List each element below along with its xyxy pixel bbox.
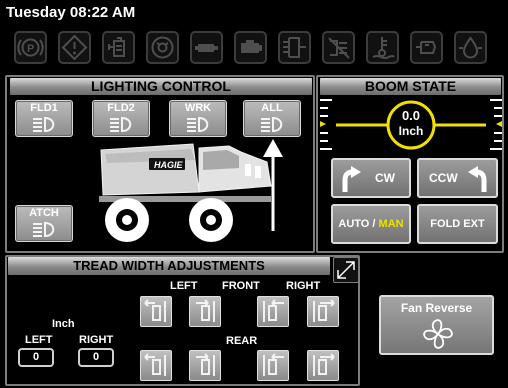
- rotate-cw-icon: [342, 166, 361, 192]
- ccw-label: CCW: [429, 171, 458, 185]
- fuel-filter-icon: [410, 31, 443, 64]
- all-label: ALL: [261, 102, 283, 114]
- regen-inhibit-icon: [322, 31, 355, 64]
- rear-right-retract-button[interactable]: [257, 350, 289, 381]
- expand-icon: [337, 261, 355, 279]
- fan-reverse-button[interactable]: Fan Reverse: [379, 295, 494, 355]
- fold-ext-button[interactable]: FOLD EXT: [417, 204, 498, 244]
- transmission-icon: [146, 31, 179, 64]
- tread-extend-icon: [196, 299, 215, 322]
- fld1-label: FLD1: [30, 102, 58, 114]
- front-label: FRONT: [222, 280, 260, 292]
- cw-label: CW: [375, 171, 395, 185]
- parking-brake-icon: P: [14, 31, 47, 64]
- boom-ccw-button[interactable]: CCW: [417, 158, 498, 198]
- boom-cw-button[interactable]: CW: [331, 158, 411, 198]
- front-right-label: RIGHT: [286, 280, 321, 292]
- hydraulic-filter-icon: [102, 31, 135, 64]
- headlight-icon: [33, 116, 55, 133]
- warning-icon: [58, 31, 91, 64]
- front-left-retract-button[interactable]: [140, 296, 172, 327]
- rear-left-retract-button[interactable]: [140, 350, 172, 381]
- rear-left-extend-button[interactable]: [189, 350, 221, 381]
- hydraulic-oil-icon: [454, 31, 487, 64]
- air-filter-icon: [278, 31, 311, 64]
- wrk-label: WRK: [184, 102, 212, 114]
- tread-retract-icon: [263, 353, 284, 376]
- rear-right-extend-button[interactable]: [307, 350, 339, 381]
- wrk-light-button[interactable]: WRK: [169, 100, 227, 137]
- rear-label: REAR: [226, 335, 258, 347]
- fld2-label: FLD2: [107, 102, 135, 114]
- lighting-control-title: LIGHTING CONTROL: [10, 78, 312, 95]
- right-tread-value: 0: [78, 348, 114, 367]
- boom-gauge-unit: Inch: [398, 124, 424, 138]
- headlight-icon: [33, 221, 55, 238]
- front-right-extend-button[interactable]: [307, 296, 339, 327]
- all-light-button[interactable]: ALL: [243, 100, 301, 137]
- pointer-arrow-icon: [263, 139, 283, 231]
- headlight-icon: [110, 116, 132, 133]
- fan-icon: [423, 319, 453, 349]
- tread-extend-icon: [313, 299, 335, 322]
- fan-reverse-label: Fan Reverse: [400, 301, 473, 315]
- rotate-ccw-icon: [468, 166, 487, 192]
- fld2-light-button[interactable]: FLD2: [92, 100, 150, 137]
- auto-man-separator: /: [369, 218, 379, 230]
- tread-retract-icon: [144, 299, 166, 322]
- sprayer-machine-image: HAGIE: [99, 143, 272, 242]
- expand-button[interactable]: [333, 257, 359, 283]
- engine-oil-icon: [190, 31, 223, 64]
- atch-label: ATCH: [29, 207, 59, 219]
- auto-label: AUTO: [338, 218, 370, 230]
- headlight-icon: [187, 116, 209, 133]
- tread-width-title: TREAD WIDTH ADJUSTMENTS: [8, 257, 330, 275]
- boom-gauge-value: 0.0: [401, 108, 421, 123]
- front-left-extend-button[interactable]: [189, 296, 221, 327]
- left-tread-value: 0: [18, 348, 54, 367]
- tread-extend-icon: [313, 353, 335, 376]
- hagie-logo: HAGIE: [154, 160, 184, 170]
- headlight-icon: [261, 116, 283, 133]
- front-right-retract-button[interactable]: [257, 296, 289, 327]
- tread-extend-icon: [196, 353, 215, 376]
- fold-ext-label: FOLD EXT: [430, 218, 485, 230]
- fld1-light-button[interactable]: FLD1: [15, 100, 73, 137]
- tread-retract-icon: [263, 299, 284, 322]
- tread-unit-label: Inch: [52, 318, 75, 330]
- tread-retract-icon: [144, 353, 166, 376]
- boom-state-title: BOOM STATE: [320, 78, 501, 95]
- tread-right-label: RIGHT: [79, 334, 114, 346]
- engine-icon: [234, 31, 267, 64]
- svg-text:P: P: [27, 43, 34, 55]
- man-label: MAN: [378, 218, 404, 230]
- auto-man-toggle-button[interactable]: AUTO / MAN: [331, 204, 411, 244]
- front-left-label: LEFT: [170, 280, 198, 292]
- coolant-temp-icon: [366, 31, 399, 64]
- atch-light-button[interactable]: ATCH: [15, 205, 73, 242]
- tread-left-label: LEFT: [25, 334, 53, 346]
- date-time-display: Tuesday 08:22 AM: [6, 4, 136, 21]
